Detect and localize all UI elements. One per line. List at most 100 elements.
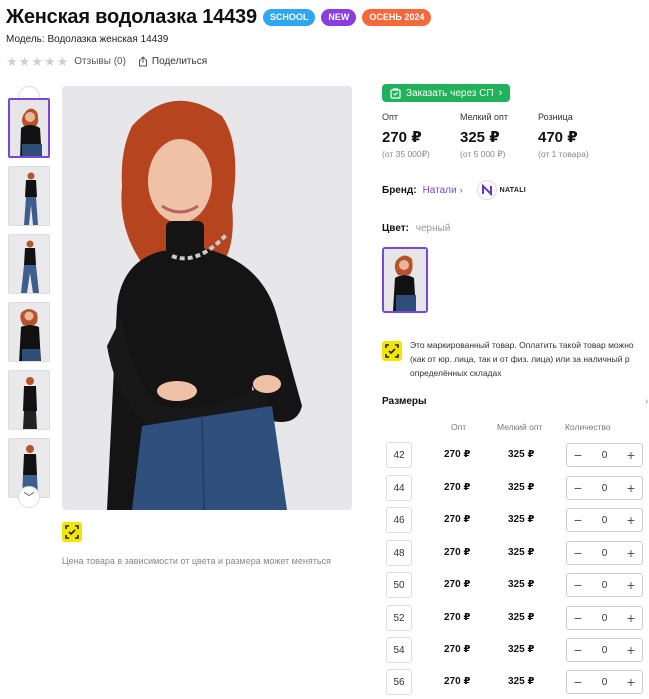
size-label: 52 (386, 605, 412, 631)
thumbnail-photo (9, 235, 49, 293)
meta-row: ★ ★ ★ ★ ★ Отзывы (0) Поделиться (6, 55, 207, 68)
quantity-value[interactable]: 0 (602, 613, 608, 624)
size-price-small: 325 ₽ (508, 482, 535, 493)
size-price-small: 325 ₽ (508, 644, 535, 655)
size-price-opt: 270 ₽ (444, 579, 471, 590)
size-row: 42 270 ₽ 325 ₽ − 0 + (382, 442, 649, 470)
thumbnail-2[interactable] (8, 166, 50, 226)
size-label: 42 (386, 442, 412, 468)
thumbnail-photo (9, 303, 49, 361)
marking-notice: Это маркированный товар. Оплатить такой … (382, 338, 649, 380)
quantity-stepper: − 0 + (566, 443, 643, 467)
badge-school: SCHOOL (262, 9, 316, 26)
quantity-value[interactable]: 0 (602, 580, 608, 591)
plus-icon[interactable]: + (624, 611, 638, 625)
plus-icon[interactable]: + (624, 546, 638, 560)
size-price-small: 325 ₽ (508, 579, 535, 590)
column-header-opt: Опт (451, 422, 467, 432)
plus-icon[interactable]: + (624, 578, 638, 592)
quantity-value[interactable]: 0 (602, 483, 608, 494)
plus-icon[interactable]: + (624, 481, 638, 495)
reviews-link[interactable]: Отзывы (0) (74, 56, 126, 67)
quantity-value[interactable]: 0 (602, 515, 608, 526)
brand-row: Бренд: Натали › NATALI (382, 180, 526, 200)
minus-icon[interactable]: − (571, 481, 585, 495)
quantity-stepper: − 0 + (566, 638, 643, 662)
price-value: 325 ₽ (460, 129, 500, 146)
quantity-value[interactable]: 0 (602, 645, 608, 656)
marking-line: (как от юр. лица, так и от физ. лица) ил… (410, 354, 630, 364)
price-condition: (от 1 товара) (538, 149, 589, 159)
color-swatch-black[interactable] (382, 247, 428, 313)
quantity-stepper: − 0 + (566, 508, 643, 532)
quantity-value[interactable]: 0 (602, 548, 608, 559)
page-title: Женская водолазка 14439 (6, 6, 257, 28)
minus-icon[interactable]: − (571, 546, 585, 560)
color-label: Цвет: (382, 223, 409, 234)
share-button[interactable]: Поделиться (138, 56, 207, 67)
star-icon: ★ (18, 54, 31, 69)
size-row: 50 270 ₽ 325 ₽ − 0 + (382, 572, 649, 600)
thumbnail-4[interactable] (8, 302, 50, 362)
price-wholesale: Опт 270 ₽ (от 35 000₽) (382, 112, 460, 160)
size-price-opt: 270 ₽ (444, 449, 471, 460)
order-via-sp-button[interactable]: Заказать через СП › (382, 84, 511, 102)
plus-icon[interactable]: + (624, 643, 638, 657)
plus-icon[interactable]: + (624, 675, 638, 689)
minus-icon[interactable]: − (571, 611, 585, 625)
swatch-photo (384, 249, 426, 311)
marking-icon (382, 341, 402, 361)
thumbnail-5[interactable] (8, 370, 50, 430)
color-value: черный (415, 223, 451, 234)
badge-season: ОСЕНЬ 2024 (362, 9, 432, 26)
plus-icon[interactable]: + (624, 448, 638, 462)
minus-icon[interactable]: − (571, 578, 585, 592)
size-row: 56 270 ₽ 325 ₽ − 0 + (382, 669, 649, 697)
minus-icon[interactable]: − (571, 448, 585, 462)
size-row: 44 270 ₽ 325 ₽ − 0 + (382, 475, 649, 503)
quantity-stepper: − 0 + (566, 670, 643, 694)
star-icon: ★ (56, 54, 69, 69)
thumbnail-list: ︿ (8, 86, 50, 510)
quantity-value[interactable]: 0 (602, 450, 608, 461)
price-value: 270 ₽ (382, 129, 422, 146)
brand-label: Бренд: (382, 184, 417, 196)
thumbnails-down-button[interactable]: ﹀ (18, 486, 40, 508)
chevron-down-icon: ﹀ (23, 492, 35, 504)
sizes-more-icon[interactable]: › (645, 396, 648, 407)
minus-icon[interactable]: − (571, 513, 585, 527)
thumbnail-3[interactable] (8, 234, 50, 294)
size-price-small: 325 ₽ (508, 514, 535, 525)
brand-link[interactable]: Натали › (423, 185, 463, 196)
thumbnail-1[interactable] (8, 98, 50, 158)
price-value: 470 ₽ (538, 129, 578, 146)
minus-icon[interactable]: − (571, 643, 585, 657)
size-price-small: 325 ₽ (508, 449, 535, 460)
star-icon: ★ (43, 54, 56, 69)
marking-icon (62, 522, 82, 542)
size-price-opt: 270 ₽ (444, 676, 471, 687)
size-price-opt: 270 ₽ (444, 547, 471, 558)
price-label: Розница (538, 112, 573, 122)
quantity-value[interactable]: 0 (602, 677, 608, 688)
size-label: 50 (386, 572, 412, 598)
size-price-opt: 270 ₽ (444, 514, 471, 525)
plus-icon[interactable]: + (624, 513, 638, 527)
quantity-stepper: − 0 + (566, 606, 643, 630)
minus-icon[interactable]: − (571, 675, 585, 689)
brand-logo[interactable]: NATALI (476, 180, 526, 200)
brand-name: Натали (422, 184, 457, 196)
main-product-image[interactable] (62, 86, 352, 510)
column-header-qty: Количество (565, 422, 611, 432)
size-price-opt: 270 ₽ (444, 644, 471, 655)
marking-line: Это маркированный товар. Оплатить такой … (410, 340, 634, 350)
quantity-stepper: − 0 + (566, 541, 643, 565)
size-price-opt: 270 ₽ (444, 612, 471, 623)
quantity-stepper: − 0 + (566, 476, 643, 500)
size-label: 56 (386, 669, 412, 695)
price-label: Мелкий опт (460, 112, 509, 122)
size-label: 44 (386, 475, 412, 501)
size-price-small: 325 ₽ (508, 547, 535, 558)
size-row: 52 270 ₽ 325 ₽ − 0 + (382, 605, 649, 633)
model-name: Модель: Водолазка женская 14439 (6, 34, 169, 45)
